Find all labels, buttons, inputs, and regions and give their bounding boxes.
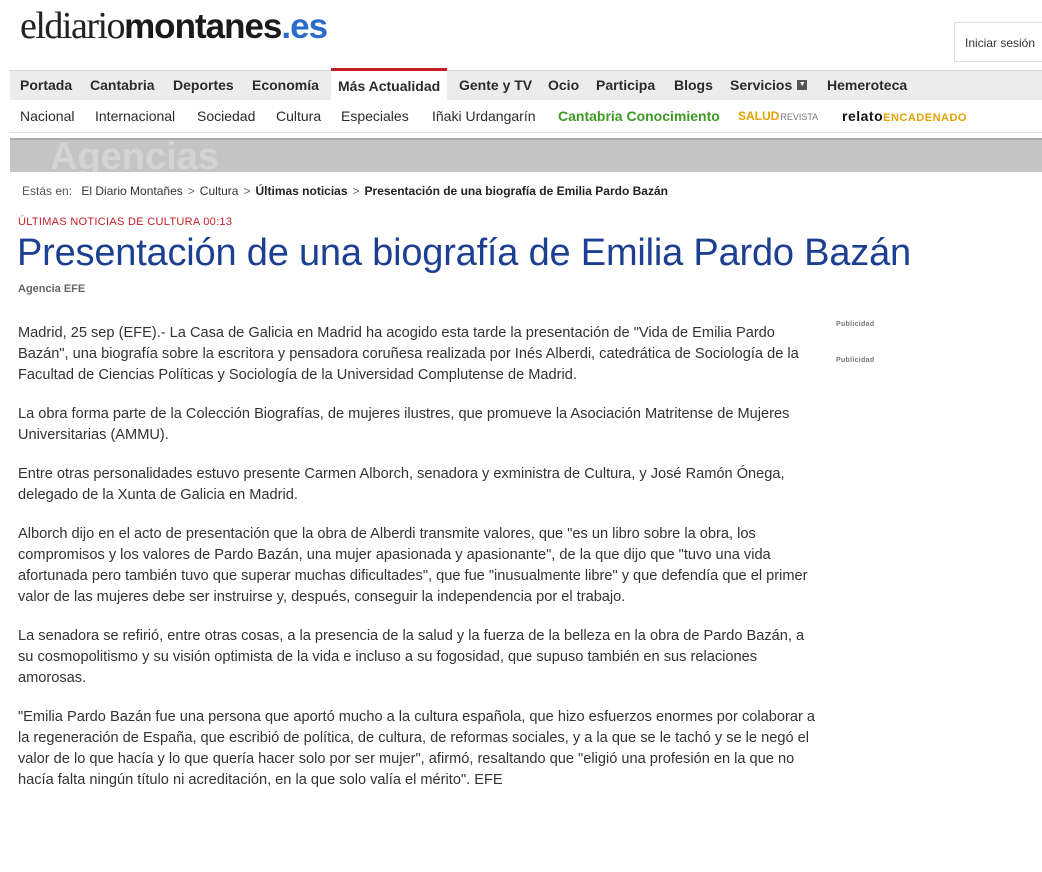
nav-hemeroteca[interactable]: Hemeroteca [827,71,907,100]
site-logo[interactable]: eldiariomontanes.es [20,4,328,48]
subnav-sociedad[interactable]: Sociedad [197,100,255,132]
subnav-nacional[interactable]: Nacional [20,100,74,132]
breadcrumb-item-cultura[interactable]: Cultura [200,184,239,198]
article-paragraph: "Emilia Pardo Bazán fue una persona que … [18,709,815,788]
breadcrumb-item-current: Presentación de una biografía de Emilia … [364,184,668,198]
logo-part-montanes: montanes [124,7,282,46]
subnav-relato-encadenado[interactable]: relatoENCADENADO [842,100,967,132]
breadcrumb-item-ultimas-noticias[interactable]: Últimas noticias [255,184,347,198]
nav-participa[interactable]: Participa [596,71,655,100]
breadcrumb-label: Estás en: [22,184,73,198]
section-banner-title: Agencias [50,138,219,172]
relato-label: relato [842,108,884,124]
nav-deportes[interactable]: Deportes [173,71,234,100]
logo-part-es: .es [281,7,328,46]
main-nav: Portada Cantabria Deportes Economía Más … [10,68,1042,101]
section-banner: Agencias [10,138,1042,172]
nav-mas-actualidad[interactable]: Más Actualidad [331,68,448,101]
login-label: Iniciar sesión [965,36,1036,50]
nav-servicios-label: Servicios [730,77,793,93]
relato-sub-label: ENCADENADO [883,112,967,124]
subnav-salud-revista[interactable]: SALUDREVISTA [738,100,818,132]
article-title: Presentación de una biografía de Emilia … [17,232,911,274]
nav-gente-y-tv[interactable]: Gente y TV [459,71,532,100]
chevron-down-icon: ▼ [797,80,808,91]
sub-nav: Nacional Internacional Sociedad Cultura … [10,100,1042,133]
subnav-inaki-urdangarin[interactable]: Iñaki Urdangarín [432,100,536,132]
salud-label: SALUD [738,109,780,123]
nav-servicios[interactable]: Servicios ▼ [730,71,808,100]
breadcrumb-item-home[interactable]: El Diario Montañes [81,184,182,198]
article-paragraph: Madrid, 25 sep (EFE).- La Casa de Galici… [18,325,799,383]
article-paragraph: Entre otras personalidades estuvo presen… [18,466,785,503]
ad-label: Publicidad [836,357,875,364]
subnav-cultura[interactable]: Cultura [276,100,321,132]
nav-portada[interactable]: Portada [20,71,72,100]
article-source: Agencia EFE [18,283,86,295]
breadcrumb-separator: > [243,184,251,198]
subnav-internacional[interactable]: Internacional [95,100,175,132]
article-kicker: ÚLTIMAS NOTICIAS DE CULTURA 00:13 [18,216,233,228]
logo-part-eldiario: eldiario [20,5,126,47]
nav-economia[interactable]: Economía [252,71,319,100]
login-button[interactable]: Iniciar sesión [954,22,1042,62]
breadcrumb: Estás en: El Diario Montañes > Cultura > Últ… [22,184,668,198]
nav-cantabria[interactable]: Cantabria [90,71,155,100]
article-paragraph: La senadora se refirió, entre otras cosa… [18,628,805,686]
subnav-cantabria-conocimiento[interactable]: Cantabria Conocimiento [558,100,720,132]
ad-label: Publicidad [836,321,875,328]
salud-sub-label: REVISTA [780,112,819,122]
article-body: Madrid, 25 sep (EFE).- La Casa de Galici… [18,323,818,809]
breadcrumb-separator: > [352,184,360,198]
breadcrumb-separator: > [187,184,195,198]
nav-blogs[interactable]: Blogs [674,71,713,100]
subnav-especiales[interactable]: Especiales [341,100,409,132]
article-paragraph: La obra forma parte de la Colección Biog… [18,406,790,443]
article-paragraph: Alborch dijo en el acto de presentación … [18,526,808,605]
nav-ocio[interactable]: Ocio [548,71,579,100]
